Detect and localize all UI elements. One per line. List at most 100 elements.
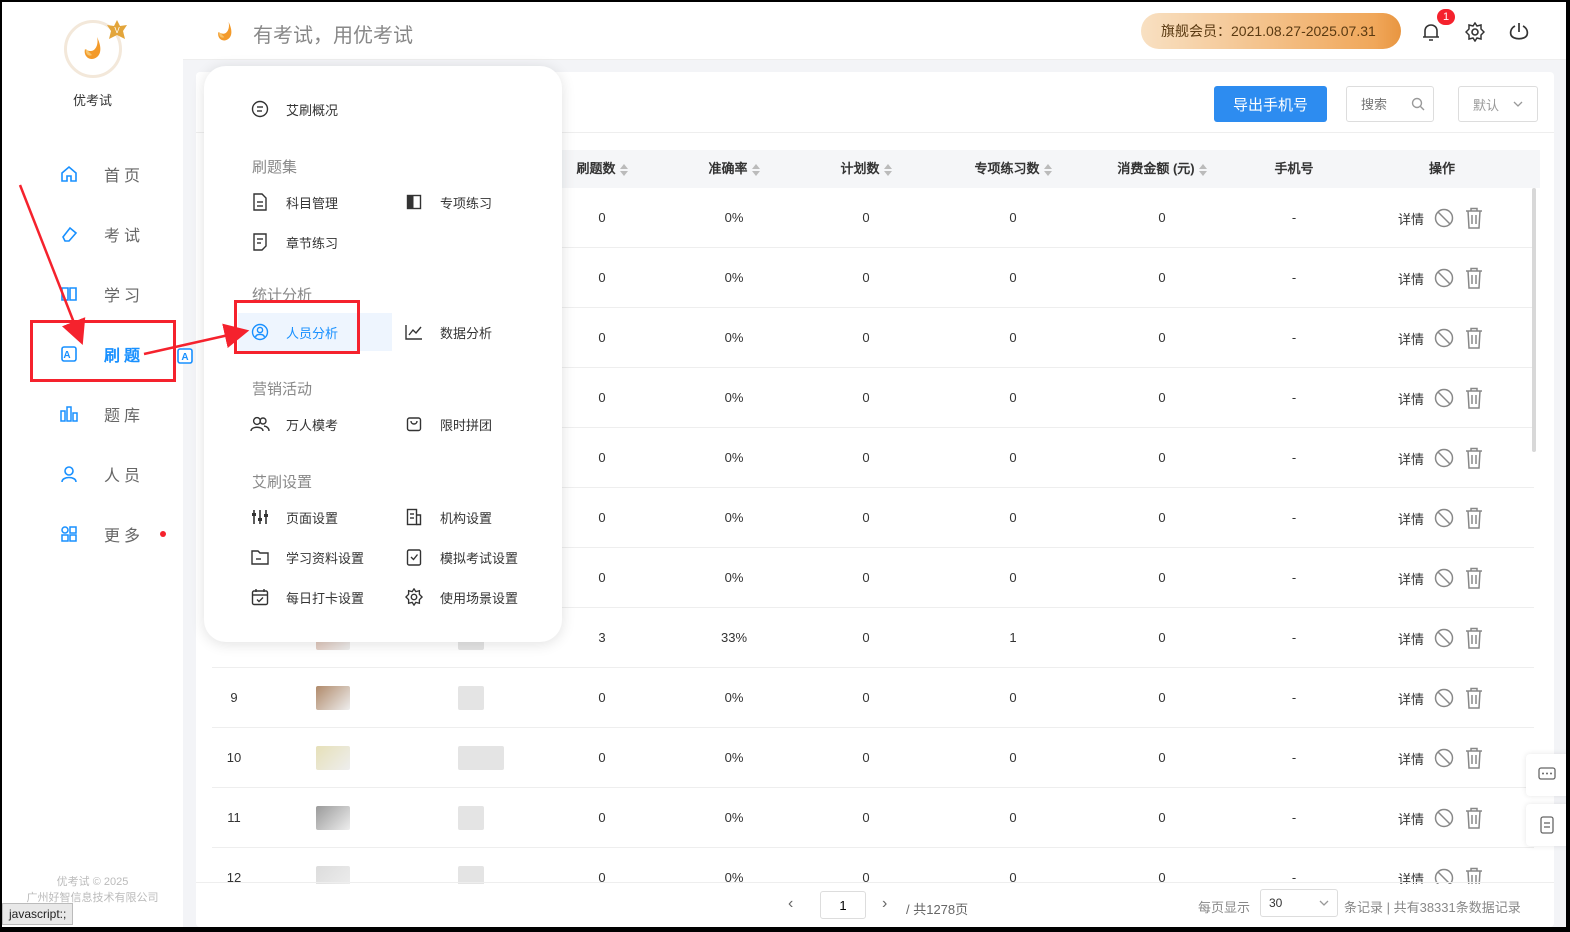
sort-icon[interactable] <box>1198 163 1207 176</box>
menu-item-special-practice[interactable]: 专项练习 <box>404 187 492 217</box>
menu-item-data-analysis[interactable]: 数据分析 <box>404 317 492 347</box>
trash-icon[interactable] <box>1464 267 1484 289</box>
menu-item-page-settings[interactable]: 页面设置 <box>250 502 338 532</box>
menu-group-title: 刷题集 <box>252 159 298 176</box>
trash-icon[interactable] <box>1464 627 1484 649</box>
menu-item-scene-settings[interactable]: 使用场景设置 <box>404 582 518 612</box>
sidebar-item-more[interactable]: 更多 <box>2 514 183 554</box>
col-header-phone: 手机号 <box>1274 161 1314 176</box>
trash-icon[interactable] <box>1464 807 1484 829</box>
logo-flame-icon <box>84 37 101 60</box>
ban-icon[interactable] <box>1434 688 1454 708</box>
cell-count: 0 <box>598 210 606 225</box>
app-name: 优考试 <box>72 93 112 108</box>
trash-icon[interactable] <box>1464 567 1484 589</box>
export-phone-button[interactable]: 导出手机号 <box>1214 86 1327 122</box>
sidebar-item-exam[interactable]: 考试 <box>2 214 183 254</box>
practice-submenu: 艾刷概况 刷题集 科目管理 专项练习 章节练习 统计分析 人员分析 数据分析 营… <box>204 66 562 642</box>
doc-float-button[interactable] <box>1526 804 1566 846</box>
menu-item-mock-exam-settings[interactable]: 模拟考试设置 <box>404 542 518 572</box>
sort-icon[interactable] <box>883 163 892 176</box>
sort-icon[interactable] <box>1043 163 1052 176</box>
menu-item-checkin-settings[interactable]: 每日打卡设置 <box>250 582 364 612</box>
menu-item-overview[interactable]: 艾刷概况 <box>250 94 338 124</box>
sidebar-item-home[interactable]: 首页 <box>2 154 183 194</box>
detail-link[interactable]: 详情 <box>1398 629 1424 648</box>
ban-icon[interactable] <box>1434 208 1454 228</box>
menu-item-subject-management[interactable]: 科目管理 <box>250 187 338 217</box>
ban-icon[interactable] <box>1434 628 1454 648</box>
detail-link[interactable]: 详情 <box>1398 749 1424 768</box>
menu-item-chapter-practice[interactable]: 章节练习 <box>250 227 338 257</box>
menu-item-mass-mock-exam[interactable]: 万人模考 <box>250 409 338 439</box>
page-number-input[interactable] <box>820 891 866 919</box>
menu-item-group-buy[interactable]: 限时拼团 <box>404 409 492 439</box>
detail-link[interactable]: 详情 <box>1398 269 1424 288</box>
ban-icon[interactable] <box>1434 568 1454 588</box>
search-icon[interactable] <box>1411 97 1425 111</box>
menu-item-org-settings[interactable]: 机构设置 <box>404 502 492 532</box>
trash-icon[interactable] <box>1464 207 1484 229</box>
detail-link[interactable]: 详情 <box>1398 689 1424 708</box>
bell-icon[interactable] <box>1419 20 1443 44</box>
cell-special: 0 <box>1009 210 1017 225</box>
avatar <box>316 686 350 710</box>
detail-link[interactable]: 详情 <box>1398 449 1424 468</box>
col-header-plan[interactable]: 计划数 <box>826 150 906 188</box>
cell-plan: 0 <box>862 510 870 525</box>
detail-link[interactable]: 详情 <box>1398 569 1424 588</box>
ban-icon[interactable] <box>1434 808 1454 828</box>
detail-link[interactable]: 详情 <box>1398 209 1424 228</box>
half-square-icon <box>404 192 424 212</box>
membership-badge[interactable]: 旗舰会员：2021.08.27-2025.07.31 <box>1141 13 1401 49</box>
chat-float-button[interactable] <box>1526 754 1566 796</box>
ban-icon[interactable] <box>1434 508 1454 528</box>
sidebar-item-users[interactable]: 人员 <box>2 454 183 494</box>
next-page-button[interactable]: › <box>882 895 887 913</box>
prev-page-button[interactable]: ‹ <box>788 895 793 913</box>
sidebar-item-question-bank[interactable]: 题库 <box>2 394 183 434</box>
col-header-accuracy[interactable]: 准确率 <box>694 150 774 188</box>
ban-icon[interactable] <box>1434 388 1454 408</box>
row-actions: 详情 <box>1398 848 1484 884</box>
search-box[interactable] <box>1346 86 1434 122</box>
detail-link[interactable]: 详情 <box>1398 809 1424 828</box>
search-input[interactable] <box>1361 96 1411 112</box>
cell-amount: 0 <box>1158 690 1166 705</box>
page-size-select[interactable]: 30 <box>1260 889 1338 917</box>
sort-select[interactable]: 默认 <box>1458 86 1538 122</box>
gear-icon[interactable] <box>1463 20 1487 44</box>
trash-icon[interactable] <box>1464 687 1484 709</box>
trash-icon[interactable] <box>1464 447 1484 469</box>
ban-icon[interactable] <box>1434 268 1454 288</box>
table-scrollbar[interactable] <box>1532 188 1536 452</box>
sort-icon[interactable] <box>619 163 628 176</box>
trash-icon[interactable] <box>1464 387 1484 409</box>
col-header-amount[interactable]: 消费金额 (元) <box>1100 150 1224 188</box>
trash-icon[interactable] <box>1464 507 1484 529</box>
cell-accuracy: 0% <box>724 750 744 765</box>
ban-icon[interactable] <box>1434 448 1454 468</box>
vip-crown-icon: V <box>107 20 127 39</box>
folder-icon <box>250 547 270 567</box>
ban-icon[interactable] <box>1434 328 1454 348</box>
table-row: 9 0 0% 0 0 0 - 详情 <box>212 668 1534 728</box>
ban-icon[interactable] <box>1434 748 1454 768</box>
detail-link[interactable]: 详情 <box>1398 509 1424 528</box>
power-icon[interactable] <box>1507 20 1531 44</box>
sidebar-item-study[interactable]: 学习 <box>2 274 183 314</box>
users-icon <box>250 414 270 434</box>
trash-icon[interactable] <box>1464 327 1484 349</box>
trash-icon[interactable] <box>1464 747 1484 769</box>
cell-special: 1 <box>1009 630 1017 645</box>
annotation-box-menu <box>234 300 360 354</box>
col-header-count[interactable]: 刷题数 <box>562 150 642 188</box>
cell-amount: 0 <box>1158 450 1166 465</box>
cell-phone: - <box>1291 390 1297 405</box>
col-header-special[interactable]: 专项练习数 <box>958 150 1068 188</box>
menu-item-material-settings[interactable]: 学习资料设置 <box>250 542 364 572</box>
sort-icon[interactable] <box>751 163 760 176</box>
detail-link[interactable]: 详情 <box>1398 329 1424 348</box>
detail-link[interactable]: 详情 <box>1398 389 1424 408</box>
cell-special: 0 <box>1009 390 1017 405</box>
